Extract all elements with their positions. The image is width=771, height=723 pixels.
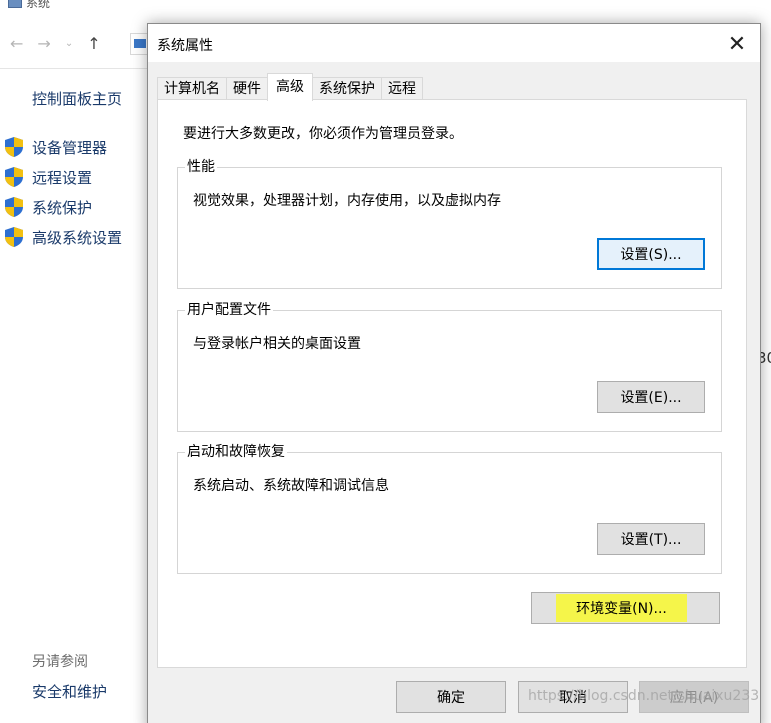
computer-icon — [8, 0, 22, 8]
startup-recovery-settings-button[interactable]: 设置(T)... — [597, 523, 705, 555]
uac-shield-icon — [4, 166, 24, 188]
tab-hardware[interactable]: 硬件 — [226, 77, 268, 101]
recent-locations-chevron-icon[interactable]: ⌄ — [65, 38, 73, 53]
admin-note: 要进行大多数更改，你必须作为管理员登录。 — [183, 126, 463, 142]
sidebar-item-label: 远程设置 — [32, 168, 93, 187]
ok-button[interactable]: 确定 — [396, 681, 506, 713]
background-window-title: 系统 — [8, 0, 50, 11]
back-arrow-icon[interactable]: ← — [10, 34, 23, 53]
environment-variables-button[interactable]: 环境变量(N)... — [531, 592, 720, 624]
dialog-title: 系统属性 — [157, 38, 213, 54]
pc-icon — [134, 39, 146, 48]
forward-arrow-icon[interactable]: → — [37, 34, 50, 53]
advanced-tab-panel: 要进行大多数更改，你必须作为管理员登录。 性能 视觉效果，处理器计划，内存使用，… — [157, 99, 747, 668]
startup-recovery-group-title: 启动和故障恢复 — [185, 444, 287, 460]
up-arrow-icon[interactable]: ↑ — [87, 34, 100, 53]
tab-system-protection[interactable]: 系统保护 — [312, 77, 382, 101]
performance-group-title: 性能 — [185, 159, 217, 175]
dialog-titlebar[interactable]: 系统属性 ✕ — [148, 24, 760, 62]
tab-advanced[interactable]: 高级 — [267, 73, 313, 101]
performance-settings-button[interactable]: 设置(S)... — [597, 238, 705, 270]
close-icon[interactable]: ✕ — [720, 30, 754, 58]
tab-strip: 计算机名 硬件 高级 系统保护 远程 — [157, 73, 423, 101]
sidebar-item-remote-settings[interactable]: 远程设置 — [4, 162, 122, 192]
sidebar-item-label: 设备管理器 — [32, 138, 108, 157]
toolbar-divider — [0, 68, 147, 69]
performance-description: 视觉效果，处理器计划，内存使用，以及虚拟内存 — [193, 193, 501, 209]
sidebar-item-advanced-system-settings[interactable]: 高级系统设置 — [4, 222, 122, 252]
sidebar-item-label: 高级系统设置 — [32, 228, 123, 247]
uac-shield-icon — [4, 226, 24, 248]
control-panel-home-link[interactable]: 控制面板主页 — [32, 88, 122, 109]
background-window-title-text: 系统 — [26, 0, 51, 10]
tab-remote[interactable]: 远程 — [381, 77, 423, 101]
security-and-maintenance-link[interactable]: 安全和维护 — [32, 681, 107, 702]
system-properties-dialog: 系统属性 ✕ 计算机名 硬件 高级 系统保护 远程 要进行大多数更改，你必须作为… — [147, 23, 761, 723]
uac-shield-icon — [4, 136, 24, 158]
environment-variables-label: 环境变量(N)... — [556, 594, 687, 622]
user-profiles-group-title: 用户配置文件 — [185, 302, 273, 318]
user-profiles-settings-button[interactable]: 设置(E)... — [597, 381, 705, 413]
user-profiles-group: 用户配置文件 与登录帐户相关的桌面设置 设置(E)... — [177, 302, 722, 432]
sidebar-item-label: 系统保护 — [32, 198, 93, 217]
sidebar-task-list: 设备管理器 远程设置 系统保护 高级系统设置 — [4, 132, 122, 252]
sidebar-item-device-manager[interactable]: 设备管理器 — [4, 132, 122, 162]
performance-group: 性能 视觉效果，处理器计划，内存使用，以及虚拟内存 设置(S)... — [177, 159, 722, 289]
sidebar-item-system-protection[interactable]: 系统保护 — [4, 192, 122, 222]
startup-recovery-group: 启动和故障恢复 系统启动、系统故障和调试信息 设置(T)... — [177, 444, 722, 574]
tab-computer-name[interactable]: 计算机名 — [157, 77, 227, 101]
see-also-heading: 另请参阅 — [32, 654, 88, 670]
navigation-bar: ← → ⌄ ↑ — [10, 34, 101, 53]
user-profiles-description: 与登录帐户相关的桌面设置 — [193, 336, 361, 352]
watermark-text: https://blog.csdn.net/shuaixu233 — [528, 688, 760, 704]
startup-recovery-description: 系统启动、系统故障和调试信息 — [193, 478, 389, 494]
uac-shield-icon — [4, 196, 24, 218]
